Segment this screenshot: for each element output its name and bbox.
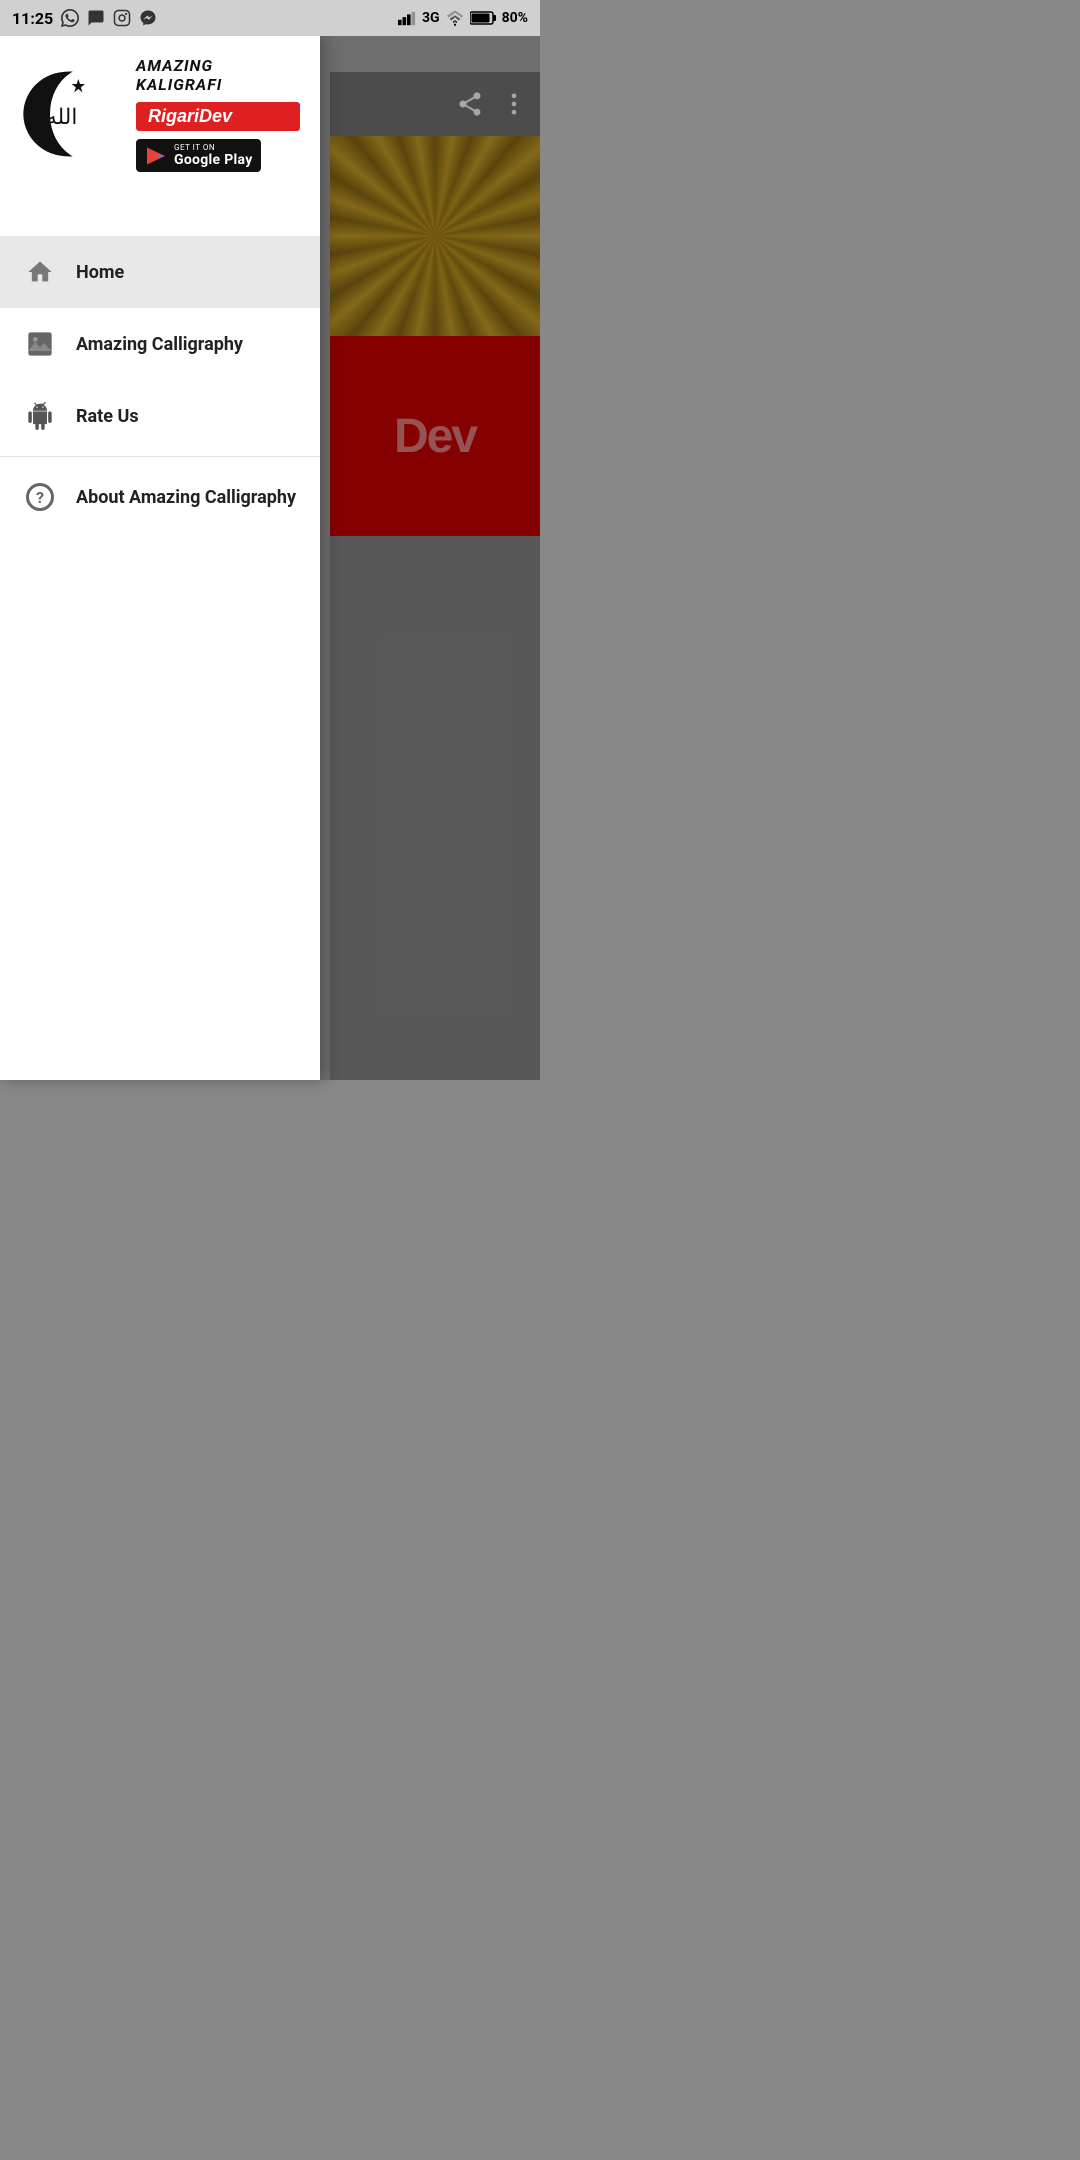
nav-item-home[interactable]: Home bbox=[0, 236, 320, 308]
chat-icon bbox=[87, 9, 105, 27]
drawer-overlay[interactable] bbox=[320, 36, 540, 1080]
instagram-icon bbox=[113, 9, 131, 27]
image-icon bbox=[26, 330, 54, 358]
home-icon-container bbox=[20, 252, 60, 292]
rate-us-label: Rate Us bbox=[76, 406, 139, 427]
rigari-text: Rigari bbox=[148, 106, 199, 126]
status-right: 3G 80% bbox=[398, 10, 528, 26]
home-label: Home bbox=[76, 262, 124, 283]
nav-drawer: الله AMAZING KALIGRAFI RigariDev bbox=[0, 36, 320, 1080]
svg-text:الله: الله bbox=[46, 105, 77, 129]
signal-icon bbox=[398, 10, 416, 26]
about-label: About Amazing Calligraphy bbox=[76, 487, 296, 508]
rigaridev-badge: RigariDev bbox=[136, 102, 300, 131]
app-logo: الله bbox=[20, 64, 120, 164]
google-play-label: Google Play bbox=[174, 152, 253, 168]
battery-percent: 80% bbox=[502, 10, 528, 26]
messenger-icon bbox=[139, 9, 157, 27]
image-icon-container bbox=[20, 324, 60, 364]
network-type: 3G bbox=[422, 10, 440, 26]
android-icon-container bbox=[20, 396, 60, 436]
status-bar: 11:25 3G bbox=[0, 0, 540, 36]
play-store-text: GET IT ON Google Play bbox=[174, 143, 253, 168]
status-left: 11:25 bbox=[12, 9, 157, 28]
drawer-nav: Home Amazing Calligraphy Rate Us bbox=[0, 236, 320, 1080]
nav-item-amazing-calligraphy[interactable]: Amazing Calligraphy bbox=[0, 308, 320, 380]
home-icon bbox=[26, 258, 54, 286]
get-it-on-label: GET IT ON bbox=[174, 143, 253, 152]
header-right-content: AMAZING KALIGRAFI RigariDev bbox=[136, 56, 300, 172]
wifi-icon bbox=[446, 10, 464, 26]
app-name: AMAZING KALIGRAFI bbox=[136, 56, 300, 94]
whatsapp-icon bbox=[61, 9, 79, 27]
help-icon-container: ? bbox=[20, 477, 60, 517]
drawer-header: الله AMAZING KALIGRAFI RigariDev bbox=[0, 36, 320, 236]
nav-item-rate-us[interactable]: Rate Us bbox=[0, 380, 320, 452]
google-play-badge[interactable]: GET IT ON Google Play bbox=[136, 139, 261, 172]
header-content: الله AMAZING KALIGRAFI RigariDev bbox=[20, 56, 300, 172]
android-icon bbox=[26, 402, 54, 430]
help-circle-icon: ? bbox=[26, 483, 54, 511]
nav-divider bbox=[0, 456, 320, 457]
status-time: 11:25 bbox=[12, 9, 53, 28]
play-store-icon bbox=[144, 144, 168, 168]
battery-icon bbox=[470, 11, 496, 25]
amazing-calligraphy-label: Amazing Calligraphy bbox=[76, 334, 243, 355]
dev-badge-text: Dev bbox=[199, 106, 232, 126]
nav-item-about[interactable]: ? About Amazing Calligraphy bbox=[0, 461, 320, 533]
